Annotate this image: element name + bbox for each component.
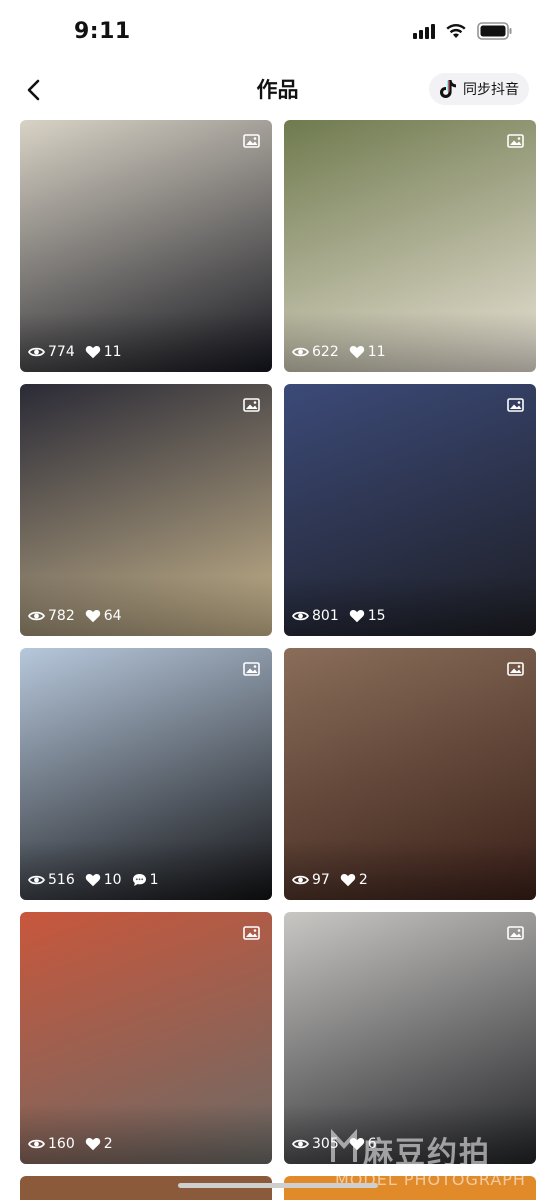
views-count: 622 [312, 344, 339, 360]
photo-shade [20, 840, 272, 900]
sync-douyin-label: 同步抖音 [463, 82, 519, 98]
work-stats: 97 2 [292, 872, 374, 888]
views-count: 516 [48, 872, 75, 888]
tiktok-logo-icon [440, 80, 456, 98]
heart-icon [349, 609, 365, 623]
eye-icon [28, 346, 45, 358]
views-count: 801 [312, 608, 339, 624]
eye-icon [292, 346, 309, 358]
work-card[interactable]: 622 11 [284, 120, 536, 372]
work-card[interactable] [20, 1176, 272, 1200]
heart-icon [85, 609, 101, 623]
likes-stat: 11 [85, 344, 122, 360]
photo-shade [284, 576, 536, 636]
comments-stat: 1 [132, 872, 159, 888]
work-stats: 516 10 1 [28, 872, 164, 888]
work-stats: 774 11 [28, 344, 128, 360]
likes-count: 10 [103, 872, 122, 888]
work-stats: 160 2 [28, 1136, 119, 1152]
work-card[interactable]: 516 10 1 [20, 648, 272, 900]
likes-count: 64 [103, 608, 122, 624]
work-card[interactable]: 160 2 [20, 912, 272, 1164]
likes-stat: 2 [85, 1136, 113, 1152]
likes-stat: 11 [349, 344, 386, 360]
likes-stat: 2 [340, 872, 368, 888]
likes-count: 15 [367, 608, 386, 624]
work-card[interactable]: 305 6 [284, 912, 536, 1164]
image-icon [243, 133, 260, 148]
heart-icon [340, 873, 356, 887]
views-stat: 622 [292, 344, 339, 360]
comments-count: 1 [149, 872, 159, 888]
likes-stat: 15 [349, 608, 386, 624]
eye-icon [28, 610, 45, 622]
likes-count: 11 [103, 344, 122, 360]
image-icon [507, 133, 524, 148]
work-stats: 801 15 [292, 608, 392, 624]
work-card[interactable]: 782 64 [20, 384, 272, 636]
watermark-text: 麻豆约拍 [363, 1136, 491, 1171]
nav-bar: 作品 同步抖音 [0, 62, 555, 118]
views-stat: 516 [28, 872, 75, 888]
photo-shade [284, 840, 536, 900]
likes-count: 2 [103, 1136, 113, 1152]
likes-count: 2 [358, 872, 368, 888]
image-icon [243, 925, 260, 940]
status-time: 9:11 [74, 19, 131, 44]
image-icon [243, 661, 260, 676]
heart-icon [85, 345, 101, 359]
watermark: 麻豆约拍 MODEL PHOTOGRAPH [309, 1128, 549, 1200]
image-icon [243, 397, 260, 412]
image-icon [507, 925, 524, 940]
work-photo [20, 1176, 272, 1200]
image-icon [507, 661, 524, 676]
work-stats: 782 64 [28, 608, 128, 624]
views-count: 774 [48, 344, 75, 360]
views-stat: 782 [28, 608, 75, 624]
views-stat: 160 [28, 1136, 75, 1152]
views-stat: 801 [292, 608, 339, 624]
photo-shade [20, 576, 272, 636]
eye-icon [28, 1138, 45, 1150]
views-count: 97 [312, 872, 330, 888]
likes-count: 11 [367, 344, 386, 360]
work-card[interactable]: 97 2 [284, 648, 536, 900]
photo-shade [284, 312, 536, 372]
image-icon [507, 397, 524, 412]
likes-stat: 64 [85, 608, 122, 624]
battery-icon [477, 22, 513, 40]
eye-icon [292, 874, 309, 886]
eye-icon [292, 610, 309, 622]
views-count: 782 [48, 608, 75, 624]
eye-icon [292, 1138, 309, 1150]
photo-shade [20, 1104, 272, 1164]
work-card[interactable]: 774 11 [20, 120, 272, 372]
wifi-icon [445, 23, 467, 39]
sync-douyin-button[interactable]: 同步抖音 [429, 73, 529, 105]
heart-icon [85, 873, 101, 887]
views-count: 160 [48, 1136, 75, 1152]
eye-icon [28, 874, 45, 886]
home-indicator [178, 1183, 378, 1188]
status-icons [413, 22, 513, 40]
status-bar: 9:11 [0, 0, 555, 62]
heart-icon [85, 1137, 101, 1151]
heart-icon [349, 345, 365, 359]
views-stat: 774 [28, 344, 75, 360]
photo-shade [20, 312, 272, 372]
work-stats: 622 11 [292, 344, 392, 360]
works-grid: 774 11 622 11 782 64 801 15 516 10 1 97 2 160 2 305 6 [20, 120, 536, 1200]
comment-icon [132, 873, 147, 887]
likes-stat: 10 [85, 872, 122, 888]
views-stat: 97 [292, 872, 330, 888]
work-card[interactable]: 801 15 [284, 384, 536, 636]
cellular-signal-icon [413, 23, 435, 39]
watermark-logo-icon [331, 1128, 357, 1162]
